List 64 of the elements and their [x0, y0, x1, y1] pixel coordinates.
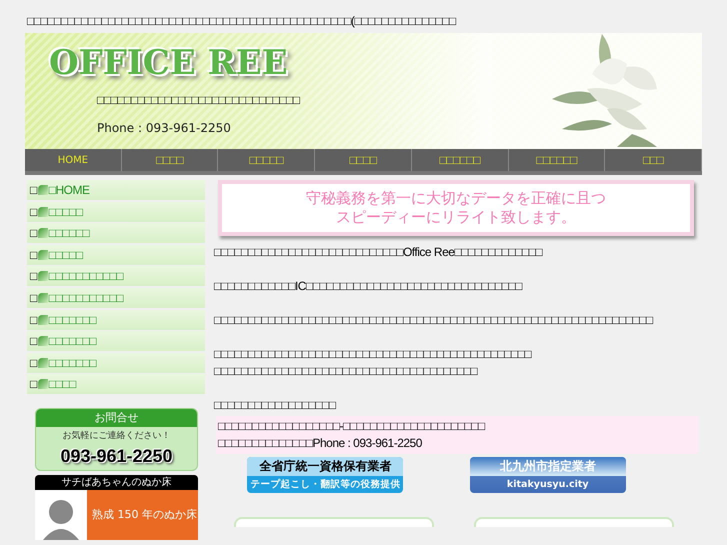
slogan-line: スピーディーにリライト致します。	[336, 208, 576, 227]
body-text: □□□□□□□□□□□□□□□□□□	[214, 397, 336, 414]
sidebar-item[interactable]: □ □□□□□□□□□□□	[27, 288, 205, 308]
sidebar-item[interactable]: □ □□□□	[27, 374, 205, 394]
sidebar-item[interactable]: □ □□□□□	[27, 202, 205, 222]
sidebar-label: □□□□□□□□□□□	[48, 268, 123, 286]
sidebar-item[interactable]: □ □HOME	[27, 180, 205, 200]
contact-title: お問合せ	[36, 408, 197, 427]
body-text: □□□□□□□□□□□□□□□□□□□□□□□□□□□□Office Ree□□□□□□□□□□□□□	[214, 244, 542, 261]
sidebar-item[interactable]: □ □□□□□□□	[27, 331, 205, 352]
badge-subtitle: テープ起こし・翻訳等の役務提供	[249, 478, 402, 492]
nav-link[interactable]: □□□	[605, 149, 702, 171]
body-text: □□□□□□□□□□□□□□□□□□□□□□□□□□□□□□□□□□□□□□□□□□□□□□□	[214, 346, 532, 363]
sidebar-bullet: □	[30, 312, 37, 329]
logo: OFFICE REE	[49, 43, 288, 83]
sidebar-label: □□□□□□□	[48, 312, 96, 329]
body-text: □□□□□□□□□□□□□□□□□□□□□□□□□□□□□□□□□□□□□□□	[214, 363, 478, 380]
sidebar-bullet: □	[30, 204, 37, 221]
contact-line: □□□□□□□□□□□□□□□□□□-□□□□□□□□□□□□□□□□□□□□□	[218, 418, 485, 435]
sidebar-bullet: □	[30, 225, 37, 242]
sidebar-item[interactable]: □ □□□□□□□	[27, 352, 205, 373]
sidebar-bullet: □	[30, 376, 37, 394]
nav-link[interactable]: HOME	[25, 149, 122, 171]
sidebar-label: □□□□□	[48, 246, 82, 264]
slogan-line: 守秘義務を第一に大切なデータを正確に且つ	[306, 189, 606, 208]
contact-subtitle: お気軽にご連絡ください！	[62, 430, 170, 443]
tagline: □□□□□□□□□□□□□□□□□□□□□□□□□□□□□□	[97, 92, 300, 109]
sidebar-bullet: □	[30, 290, 37, 307]
sidebar-bullet: □	[30, 268, 37, 286]
sidebar-label: □□□□	[48, 376, 76, 394]
sidebar-item[interactable]: □ □□□□□□□	[27, 310, 205, 330]
nav-link[interactable]: □□□□	[315, 149, 412, 171]
sidebar-label: □□□□□□□	[48, 333, 96, 350]
promo-text: 熟成 150 年のぬか床	[92, 507, 197, 524]
promo-card[interactable]: サチばあちゃんのぬか床 熟成 150 年のぬか床	[35, 475, 198, 540]
sidebar-label: □□□□□	[48, 204, 82, 221]
contact-phone: 093-961-2250	[60, 445, 173, 468]
badge-subtitle: kitakyusyu.city	[506, 478, 590, 492]
contact-card[interactable]: お問合せ お気軽にご連絡ください！ 093-961-2250	[35, 408, 198, 472]
nav-link[interactable]: □□□□□	[218, 149, 316, 171]
badge-title: 全省庁統一資格保有業者	[247, 457, 404, 476]
header-phone: Phone : 093-961-2250	[97, 120, 231, 137]
sidebar-bullet: □	[30, 182, 37, 199]
badge-title: 北九州市指定業者	[470, 457, 626, 476]
nav-link[interactable]: □□□□□□	[412, 149, 509, 171]
body-text: □□□□□□□□□□□□□□□□□□□□□□□□□□□□□□□□□□□□□□□□□□□□□□□□□□□□□□□□□□□□□□□□□	[214, 312, 653, 329]
contact-line: □□□□□□□□□□□□□□Phone : 093-961-2250	[218, 435, 422, 452]
body-text: □□□□□□□□□□□□IC□□□□□□□□□□□□□□□□□□□□□□□□□□□□□□□□	[214, 278, 522, 295]
sidebar-item[interactable]: □ □□□□□	[27, 244, 205, 265]
top-notice: □□□□□□□□□□□□□□□□□□□□□□□□□□□□□□□□□□□□□□□□□□□□□□□□(□□□□□□□□□□□□□□□	[27, 14, 456, 28]
promo-title: サチばあちゃんのぬか床	[35, 475, 198, 490]
badge-banner[interactable]: 北九州市指定業者 kitakyusyu.city	[470, 457, 626, 493]
sidebar-bullet: □	[30, 246, 37, 264]
badge-banner[interactable]: 全省庁統一資格保有業者 テープ起こし・翻訳等の役務提供	[247, 457, 404, 493]
sidebar-label: □□□□□□□	[48, 354, 96, 372]
sidebar-label: □□□□□□□□□□□	[48, 290, 123, 307]
sidebar-bullet: □	[30, 333, 37, 350]
sidebar-item[interactable]: □ □□□□□□□□□□□	[27, 266, 205, 286]
sidebar-label: □□□□□□	[48, 225, 90, 242]
nav-link[interactable]: □□□□	[122, 149, 218, 171]
sidebar-label: □HOME	[48, 182, 90, 199]
sidebar-item[interactable]: □ □□□□□□	[27, 223, 205, 244]
nav-link[interactable]: □□□□□□	[508, 149, 606, 171]
sidebar-bullet: □	[30, 354, 37, 372]
